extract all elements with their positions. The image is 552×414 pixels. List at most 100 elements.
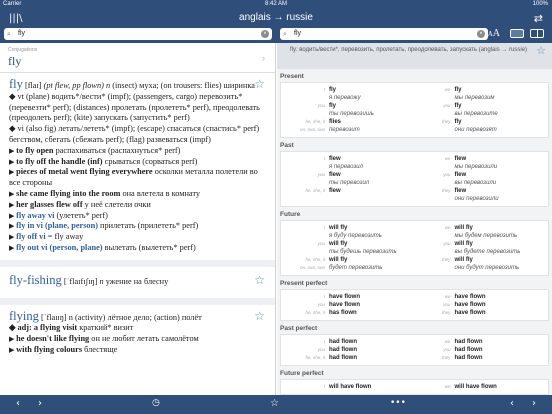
russian-form: я перевожу — [329, 95, 361, 101]
conjugation-row: you had flown — [281, 346, 415, 354]
pronoun: we — [444, 225, 451, 230]
tense-column: we flew мы перевозили you flew вы перевозили t… — [415, 155, 549, 203]
tense-title: Future — [280, 211, 301, 218]
clear-icon[interactable]: × — [261, 30, 269, 38]
example-phrase[interactable]: pieces of metal went flying everywhere — [16, 167, 152, 176]
search-bar: ⌕ fly × ⌕ fly × — [0, 27, 552, 43]
entry-fly-fishing: ☆ fly-fishing [ˈflaɪfɪʃɪŋ] n ужение на б… — [0, 267, 275, 305]
star-icon[interactable]: ☆ — [270, 398, 279, 409]
translation: (insect) муха; (on trousers: flies) шири… — [112, 81, 255, 90]
tense-column: we had flown you had flown they had flown — [415, 338, 549, 362]
tense-column: Iflew я перевозил you flew ты перевозил he, s… — [281, 155, 415, 203]
conjugation-row: they had flown — [415, 354, 549, 362]
conjugation-row: они перевозили — [415, 195, 549, 203]
conjugation-row: Ihave flown — [281, 293, 415, 301]
conjugations-word: fly — [8, 54, 22, 68]
single-pane-icon[interactable] — [510, 29, 524, 38]
examples: ▶ he doesn't like flying он не любит лет… — [9, 334, 267, 356]
russian-form: я перевозил — [329, 164, 363, 170]
verb-form: flew — [454, 188, 467, 194]
search-query[interactable]: fly — [294, 28, 301, 40]
grammar-note: (pt flew, pp flown) — [43, 81, 104, 90]
example-phrase[interactable]: her glasses flew off — [16, 200, 82, 209]
split-pane-icon[interactable] — [530, 29, 544, 38]
search-input-right[interactable]: ⌕ fly × — [280, 28, 488, 40]
conjugation-row: you have flown — [415, 301, 549, 309]
pronoun: you — [443, 172, 451, 177]
tense-column: Ihave flown you have flown he, she, it has f… — [281, 293, 415, 317]
example-phrase[interactable]: fly out vi (person, plane) — [16, 243, 102, 252]
conjugation-row: he, she, it will fly — [281, 256, 415, 264]
tense-list: Present Ifly я перевожу you fly ты перевозишь… — [277, 69, 552, 395]
star-icon[interactable]: ☆ — [254, 310, 265, 322]
pronoun: he, she, it — [305, 310, 325, 315]
russian-form: мы будем перевозить — [454, 233, 518, 239]
example-translation: она влетела в комнату — [122, 188, 201, 198]
conjugation-row: Ifly — [281, 86, 415, 94]
back-icon[interactable]: ‹ — [510, 398, 514, 409]
verb-form: will fly — [329, 225, 348, 231]
example-row: ▶ fly out vi (person, plane) вылетать (в… — [9, 243, 267, 254]
example-phrase[interactable]: fly off vi — [16, 232, 46, 241]
back-icon[interactable]: ‹ — [16, 398, 20, 409]
verb-form: have flown — [454, 294, 486, 300]
example-phrase[interactable]: with flying colours — [16, 345, 82, 354]
example-phrase[interactable]: to fly open — [16, 146, 53, 155]
history-icon[interactable]: ◷ — [152, 398, 160, 408]
entry-flying: ☆ flying [ˈflaɪɪŋ] n (activity) лётное д… — [0, 305, 275, 362]
star-icon[interactable]: ☆ — [254, 78, 265, 90]
example-phrase[interactable]: he doesn't like flying — [16, 334, 89, 343]
star-icon[interactable]: ☆ — [536, 45, 546, 56]
conjugation-row: ты перевозил — [281, 179, 415, 187]
tense-table: Ihad flown you had flown he, she, it had flo… — [280, 334, 549, 366]
tense-title: Past — [280, 142, 294, 149]
conjugation-row: он, она, оно перевозит — [281, 126, 415, 134]
pronoun: we — [444, 294, 451, 299]
verb-form: had flown — [454, 339, 483, 345]
tense-column: Iwill fly я буду перевозить you will fly ты … — [281, 224, 415, 272]
headword: fly-fishing — [9, 272, 62, 287]
conjugation-row: мы будем перевозить — [415, 232, 549, 240]
translation: ужение на блесну — [105, 276, 169, 286]
conjugation-row: they fly — [415, 118, 549, 126]
conjugation-row: мы перевозим — [415, 94, 549, 102]
example-phrase[interactable]: to fly off the handle (inf) — [16, 157, 102, 166]
status-bar: Carrier 8:42 AM 100% — [0, 0, 552, 9]
example-row: ▶ pieces of metal went flying everywhere… — [9, 167, 267, 189]
example-row: ▶ her glasses flew off у неё слетели очк… — [9, 200, 267, 211]
tense-title: Present perfect — [280, 280, 328, 287]
tense-column: Ifly я перевожу you fly ты перевозишь he, she… — [281, 86, 415, 134]
clear-icon[interactable]: × — [477, 30, 485, 38]
pronoun: you — [443, 347, 451, 352]
sense-adj: ◆ adj: a flying visit краткий* визит — [9, 323, 134, 333]
pronoun: он, она, оно — [300, 265, 325, 270]
translation: n (activity) лётное дело; (action) полёт — [68, 312, 202, 322]
conjugation-row: он, она, оно будет перевозить — [281, 264, 415, 272]
tense-title: Present — [280, 73, 304, 80]
pronoun: they — [441, 188, 451, 193]
example-phrase[interactable]: fly in vi (plane, person) — [16, 221, 98, 230]
conjugation-row: you will fly — [281, 240, 415, 248]
verb-form: will have flown — [329, 384, 372, 390]
conjugation-row: я перевозил — [281, 163, 415, 171]
search-input-left[interactable]: ⌕ fly × — [4, 28, 272, 40]
conjugation-row: ты перевозишь — [281, 110, 415, 118]
search-query[interactable]: fly — [18, 28, 25, 40]
example-phrase[interactable]: she came flying into the room — [16, 189, 120, 198]
conjugations-link[interactable]: Conjugations fly › — [0, 43, 275, 73]
verb-form: have flown — [454, 302, 486, 308]
forward-icon[interactable]: › — [38, 398, 42, 409]
swap-icon[interactable]: ⇄ — [534, 12, 543, 25]
forward-icon[interactable]: › — [532, 398, 536, 409]
russian-form: мы перевозим — [454, 95, 495, 101]
conjugation-row: he, she, it flew — [281, 187, 415, 195]
more-icon[interactable]: ••• — [390, 398, 406, 408]
examples: ▶ to fly open распахиваться (распахнутьс… — [9, 146, 267, 254]
font-size-icon[interactable]: AA — [488, 28, 500, 39]
conjugation-row: we will fly — [415, 224, 549, 232]
tense-title: Past perfect — [280, 325, 318, 332]
conjugation-row: he, she, it had flown — [281, 354, 415, 362]
star-icon[interactable]: ☆ — [254, 274, 265, 286]
example-phrase[interactable]: fly away vi — [16, 211, 54, 220]
verb-form: fly — [329, 87, 337, 93]
